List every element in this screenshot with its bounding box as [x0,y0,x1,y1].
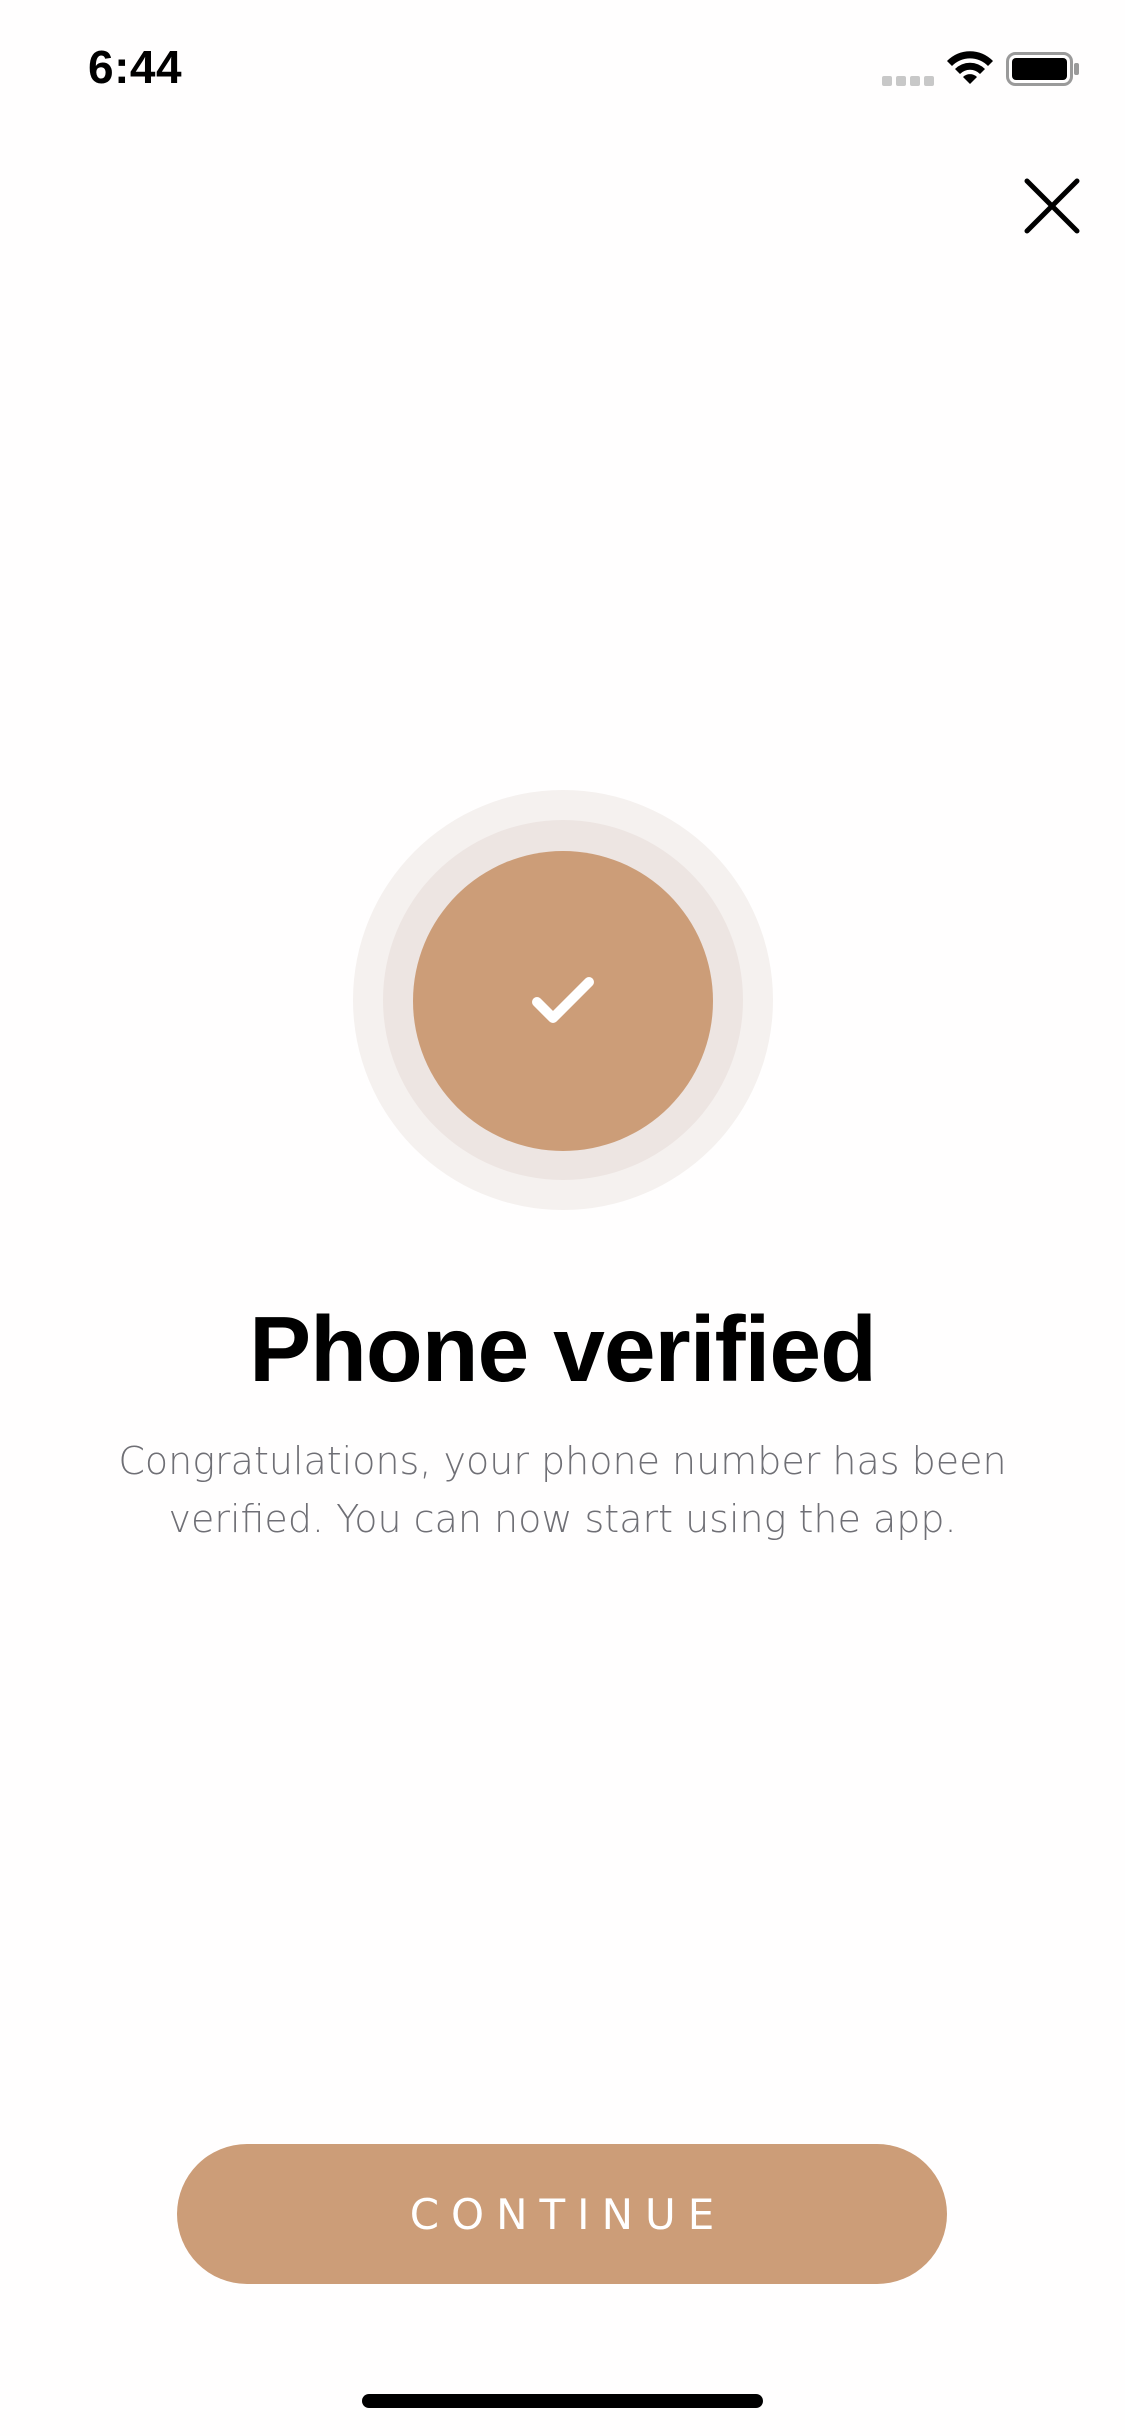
wifi-icon [947,51,993,84]
close-icon [1024,178,1080,234]
status-bar: 6:44 [0,0,1125,132]
continue-button[interactable]: CONTINUE [177,2144,947,2284]
checkmark-icon [532,977,594,1023]
signal-icon [882,74,934,86]
page-title: Phone verified [249,1297,877,1401]
page-subtitle: Congratulations, your phone number has b… [118,1439,1007,1541]
close-button[interactable] [1016,170,1088,242]
status-time: 6:44 [88,41,183,93]
home-indicator[interactable] [362,2394,763,2408]
battery-icon [1006,52,1079,86]
